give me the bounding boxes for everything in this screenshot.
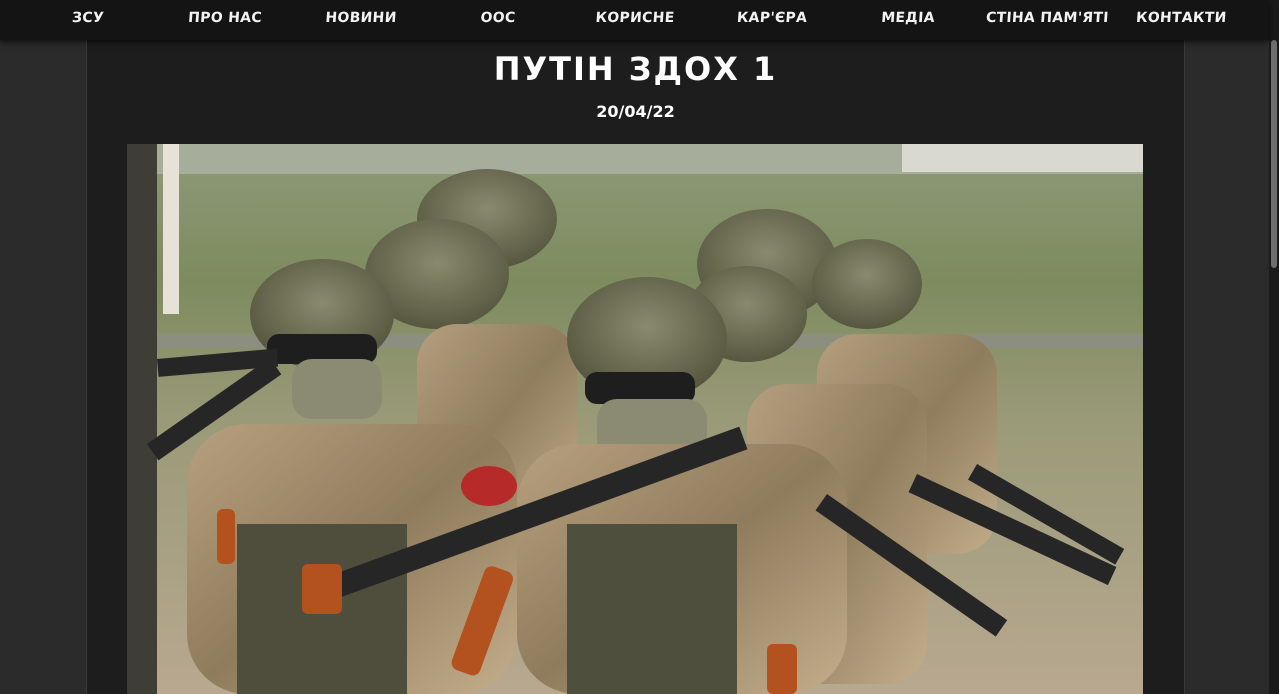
nav-item-memory-wall[interactable]: СТІНА ПАМ'ЯТІ: [985, 0, 1109, 36]
nav-item-about[interactable]: ПРО НАС: [179, 0, 272, 36]
nav-item-media[interactable]: МЕДІА: [867, 0, 950, 36]
scrollbar-thumb[interactable]: [1271, 40, 1277, 268]
top-navigation: ЗСУ ПРО НАС НОВИНИ ООС КОРИСНЕ КАР'ЄРА М…: [0, 0, 1269, 40]
nav-item-contacts[interactable]: КОНТАКТИ: [1135, 0, 1228, 36]
article-container: ПУТІН ЗДОХ 1 20/04/22: [86, 40, 1185, 694]
nav-item-useful[interactable]: КОРИСНЕ: [589, 0, 682, 36]
article-date: 20/04/22: [596, 102, 675, 121]
nav-item-news[interactable]: НОВИНИ: [315, 0, 408, 36]
article-photo: [127, 144, 1143, 694]
page-scrollbar[interactable]: [1269, 0, 1279, 694]
nav-item-zsu[interactable]: ЗСУ: [57, 0, 120, 36]
article-title: ПУТІН ЗДОХ 1: [493, 50, 778, 88]
nav-item-career[interactable]: КАР'ЄРА: [727, 0, 818, 36]
nav-item-oos[interactable]: ООС: [467, 0, 530, 36]
